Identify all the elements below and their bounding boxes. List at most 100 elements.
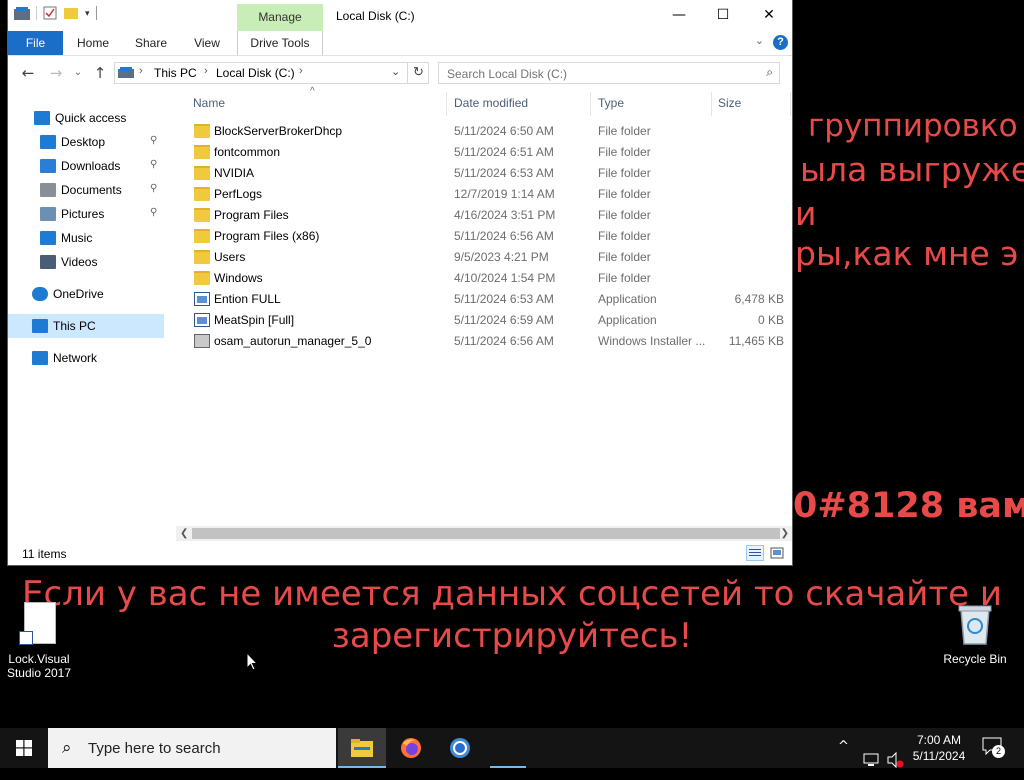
item-count: 11 items (22, 547, 67, 561)
desktop-icon-recycle-bin[interactable]: Recycle Bin (940, 602, 1010, 666)
file-row[interactable]: osam_autorun_manager_5_0 5/11/2024 6:56 A… (176, 331, 792, 352)
desktop-message-line-4: ры,как мне э (795, 234, 1019, 273)
new-folder-icon[interactable] (63, 6, 79, 20)
start-button[interactable] (0, 728, 48, 768)
folder-icon (194, 145, 210, 159)
file-name: MeatSpin [Full] (214, 313, 295, 327)
minimize-button[interactable]: — (656, 0, 702, 31)
column-header-size[interactable]: Size (718, 92, 741, 114)
clock-date: 5/11/2024 (912, 749, 966, 763)
address-bar[interactable]: › This PC › Local Disk (C:) › ⌄ ↻ (114, 62, 429, 84)
folder-icon (194, 166, 210, 180)
file-row[interactable]: Users 9/5/2023 4:21 PM File folder (176, 247, 792, 268)
sidebar-item-network[interactable]: Network (8, 346, 164, 370)
maximize-button[interactable]: ☐ (700, 0, 746, 31)
breadcrumb-local-disk[interactable]: Local Disk (C:) (216, 66, 295, 80)
scroll-left-icon[interactable]: ❮ (180, 526, 188, 541)
file-name: fontcommon (214, 145, 281, 159)
file-type: File folder (598, 208, 651, 222)
sidebar-item-downloads[interactable]: Downloads ⚲ (8, 154, 164, 178)
scrollbar-thumb[interactable] (192, 528, 780, 539)
clock-time: 7:00 AM (916, 733, 962, 747)
desktop-message-line-7: зарегистрируйтесь! (331, 616, 693, 656)
show-hidden-icons[interactable]: ^ (838, 739, 849, 779)
recent-locations-icon[interactable]: ⌄ (68, 64, 88, 82)
folder-icon (194, 271, 210, 285)
file-row[interactable]: Ention FULL 5/11/2024 6:53 AM Application 6… (176, 289, 792, 310)
address-dropdown-icon[interactable]: ⌄ (391, 65, 400, 78)
file-row[interactable]: Windows 4/10/2024 1:54 PM File folder (176, 268, 792, 289)
file-name: Windows (214, 271, 263, 285)
taskbar-chrome[interactable] (436, 728, 484, 768)
file-row[interactable]: fontcommon 5/11/2024 6:51 AM File folder (176, 142, 792, 163)
back-icon[interactable]: ← (18, 64, 38, 82)
taskbar-file-explorer[interactable] (338, 728, 386, 768)
sidebar-item-label: This PC (53, 319, 96, 333)
details-view-icon[interactable] (746, 545, 764, 561)
ribbon-tabs: File Home Share View Drive Tools ⌄ ? (8, 31, 792, 56)
column-header-date-modified[interactable]: Date modified (454, 92, 528, 114)
file-type: File folder (598, 271, 651, 285)
file-date-modified: 5/11/2024 6:53 AM (454, 166, 554, 180)
up-icon[interactable]: ↑ (90, 64, 110, 82)
taskbar-app-indicator[interactable] (486, 728, 530, 768)
sidebar-item-documents[interactable]: Documents ⚲ (8, 178, 164, 202)
tab-home[interactable]: Home (68, 31, 118, 55)
forward-icon[interactable]: → (46, 64, 66, 82)
search-icon[interactable]: ⌕ (766, 65, 773, 80)
scroll-right-icon[interactable]: ❯ (781, 526, 789, 541)
file-row[interactable]: NVIDIA 5/11/2024 6:53 AM File folder (176, 163, 792, 184)
this-pc-icon (118, 67, 134, 78)
file-row[interactable]: Program Files 4/16/2024 3:51 PM File folde… (176, 205, 792, 226)
tab-file[interactable]: File (8, 31, 63, 55)
tab-share[interactable]: Share (128, 31, 174, 55)
close-button[interactable]: ✕ (746, 0, 792, 31)
file-row[interactable]: PerfLogs 12/7/2019 1:14 AM File folder (176, 184, 792, 205)
taskbar-search[interactable]: ⌕ Type here to search (48, 728, 336, 768)
pin-icon[interactable]: ⚲ (150, 159, 157, 170)
network-icon[interactable] (862, 740, 880, 780)
breadcrumb-separator-icon: › (139, 65, 143, 77)
sidebar-item-videos[interactable]: Videos (8, 250, 164, 274)
properties-icon[interactable] (43, 6, 57, 20)
search-box[interactable]: ⌕ (438, 62, 780, 84)
application-icon (194, 292, 210, 306)
file-name: Users (214, 250, 246, 264)
file-explorer-icon (351, 739, 373, 757)
desktop-icon-lock-visual-studio[interactable]: Lock.Visual Studio 2017 (4, 602, 74, 680)
tab-manage[interactable]: Manage (237, 4, 323, 31)
pin-icon[interactable]: ⚲ (150, 135, 157, 146)
help-icon[interactable]: ? (773, 35, 788, 50)
file-row[interactable]: MeatSpin [Full] 5/11/2024 6:59 AM Applicat… (176, 310, 792, 331)
sidebar-item-onedrive[interactable]: OneDrive (8, 282, 164, 306)
file-type: File folder (598, 229, 651, 243)
ribbon-expand-icon[interactable]: ⌄ (755, 34, 764, 47)
tab-view[interactable]: View (184, 31, 230, 55)
breadcrumb-this-pc[interactable]: This PC (154, 66, 197, 80)
large-icons-view-icon[interactable] (768, 545, 786, 561)
horizontal-scrollbar[interactable]: ❮ ❯ (176, 526, 792, 541)
pin-icon[interactable]: ⚲ (150, 207, 157, 218)
refresh-icon[interactable]: ↻ (413, 64, 424, 80)
file-row[interactable]: Program Files (x86) 5/11/2024 6:56 AM File… (176, 226, 792, 247)
search-input[interactable] (445, 66, 749, 82)
breadcrumb-separator-icon: › (299, 65, 303, 77)
notifications-button[interactable]: 2 (982, 737, 1006, 759)
file-row[interactable]: BlockServerBrokerDhcp 5/11/2024 6:50 AM Fi… (176, 121, 792, 142)
volume-muted-icon[interactable] (886, 740, 904, 780)
sidebar-item-this-pc[interactable]: This PC (8, 314, 164, 338)
column-header-name[interactable]: Name (193, 92, 225, 114)
system-clock[interactable]: 7:00 AM 5/11/2024 (908, 732, 970, 764)
file-date-modified: 5/11/2024 6:53 AM (454, 292, 554, 306)
file-date-modified: 5/11/2024 6:51 AM (454, 145, 554, 159)
taskbar-firefox[interactable] (388, 728, 436, 768)
sidebar-item-music[interactable]: Music (8, 226, 164, 250)
sidebar-item-quick-access[interactable]: Quick access (8, 106, 164, 130)
customize-qat-icon[interactable]: ▾ (85, 8, 90, 19)
sidebar-item-desktop[interactable]: Desktop ⚲ (8, 130, 164, 154)
title-bar: ▾ Manage Local Disk (C:) — ☐ ✕ (8, 0, 792, 31)
sidebar-item-pictures[interactable]: Pictures ⚲ (8, 202, 164, 226)
column-header-type[interactable]: Type (598, 92, 624, 114)
pin-icon[interactable]: ⚲ (150, 183, 157, 194)
tab-drive-tools[interactable]: Drive Tools (237, 31, 323, 55)
